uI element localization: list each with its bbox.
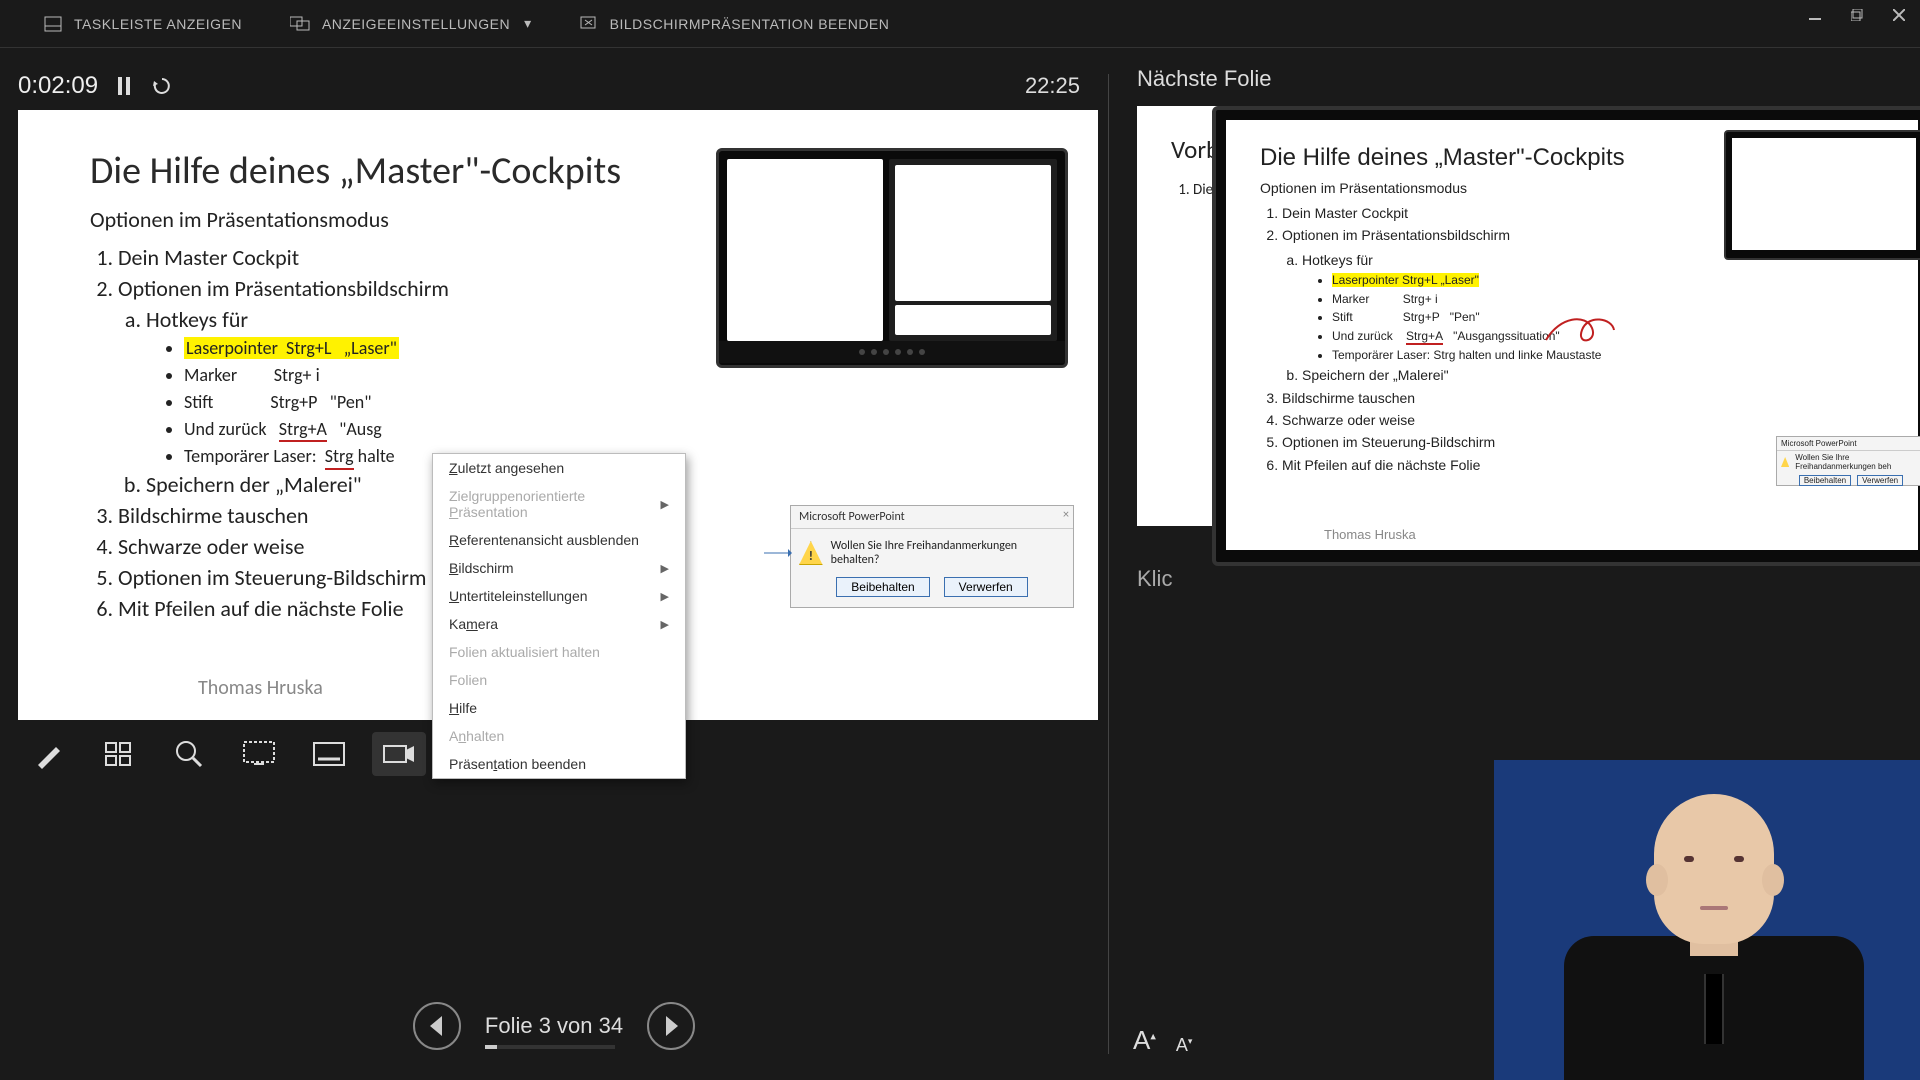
end-slideshow-label: BILDSCHIRMPRÄSENTATION BEENDEN [610,16,890,32]
close-button[interactable] [1890,6,1908,24]
mon-dialog-keep: Beibehalten [1799,475,1851,486]
mon-dialog-msg: Wollen Sie Ihre Freihandanmerkungen beh [1795,453,1920,471]
mon-hk2: Marker Strg+ i [1332,290,1890,309]
camera-feed[interactable] [1494,760,1920,1080]
restart-timer-button[interactable] [150,74,174,98]
presenter-context-menu: ZZuletzt angesehenuletzt angesehen Zielg… [432,453,686,779]
menu-camera[interactable]: Kamera▶ [433,610,685,638]
prev-slide-button[interactable] [413,1002,461,1050]
font-decrease-button[interactable]: A▾ [1176,1035,1193,1056]
mon-item-3: Bildschirme tauschen [1282,387,1890,409]
menu-pause: Anhalten [433,722,685,750]
display-settings-button[interactable]: ANZEIGEEINSTELLUNGEN ▾ [290,15,532,33]
timer-row: 0:02:09 22:25 [18,66,1108,110]
mon-hk1: Laserpointer Strg+L „Laser" [1332,271,1890,290]
end-slideshow-button[interactable]: BILDSCHIRMPRÄSENTATION BEENDEN [580,15,890,33]
black-screen-button[interactable] [232,732,286,776]
mon-dialog: Microsoft PowerPoint Wollen Sie Ihre Fre… [1776,436,1920,486]
presenter-right-pane: Nächste Folie Vorbereiten auf die Präsen… [1109,48,1920,1080]
menu-slides: Folien [433,666,685,694]
font-increase-button[interactable]: A▴ [1133,1025,1156,1056]
camera-toggle-button[interactable] [372,732,426,776]
menu-audience-presentation: Zielgruppenorientierte Präsentation▶ [433,482,685,526]
presenter-topbar: TASKLEISTE ANZEIGEN ANZEIGEEINSTELLUNGEN… [0,0,1920,48]
slide-author: Thomas Hruska [198,676,323,700]
mon-mini-monitor [1724,130,1920,260]
dialog-discard-button[interactable]: Verwerfen [944,577,1028,597]
mon-item-2b: Speichern der „Malerei" [1302,364,1890,386]
mon-hk5: Temporärer Laser: Strg halten und linke … [1332,346,1890,365]
menu-hide-presenter-view[interactable]: Referentenansicht ausblenden [433,526,685,554]
menu-last-viewed[interactable]: ZZuletzt angesehenuletzt angesehen [433,454,685,482]
subtitle-button[interactable] [302,732,356,776]
next-slide-button[interactable] [647,1002,695,1050]
menu-keep-slides-updated: Folien aktualisiert halten [433,638,685,666]
dialog-arrow-icon [764,548,792,558]
clock-time: 22:25 [1025,73,1080,99]
slide-sorter-button[interactable] [92,732,146,776]
window-controls [1806,6,1908,24]
menu-subtitle-settings[interactable]: Untertiteleinstellungen▶ [433,582,685,610]
mon-item-4: Schwarze oder weise [1282,409,1890,431]
ink-keep-dialog: Microsoft PowerPoint× ! Wollen Sie Ihre F… [790,505,1074,608]
mon-item-2a: Hotkeys für Laserpointer Strg+L „Laser" … [1302,249,1890,364]
chevron-down-icon: ▾ [524,15,532,32]
display-settings-icon [290,15,310,33]
presenter-left-pane: 0:02:09 22:25 Die Hilfe deines „Master"-… [0,48,1108,1080]
monitor-photo: Die Hilfe deines „Master"-Cockpits Optio… [1212,106,1920,566]
notes-placeholder[interactable]: Klic [1137,566,1898,592]
slide-navigation: Folie 3 von 34 [0,1002,1108,1050]
pause-button[interactable] [112,74,136,98]
mon-ink-scribble [1542,310,1618,346]
show-taskbar-label: TASKLEISTE ANZEIGEN [74,16,242,32]
mon-author: Thomas Hruska [1324,527,1416,542]
slide-counter: Folie 3 von 34 [485,1013,623,1039]
mon-dialog-title: Microsoft PowerPoint [1777,437,1920,451]
hotkey-pen: Stift Strg+P "Pen" [184,389,1050,416]
menu-screen[interactable]: Bildschirm▶ [433,554,685,582]
show-taskbar-button[interactable]: TASKLEISTE ANZEIGEN [44,15,242,33]
warning-icon: ! [799,541,823,565]
notes-font-controls: A▴ A▾ [1133,1025,1192,1056]
display-settings-label: ANZEIGEEINSTELLUNGEN [322,16,510,32]
menu-help[interactable]: Hilfe [433,694,685,722]
minimize-button[interactable] [1806,6,1824,24]
elapsed-time: 0:02:09 [18,72,98,100]
slide-monitor-graphic [716,148,1068,368]
end-slideshow-icon [580,15,598,33]
taskbar-icon [44,15,62,33]
restore-button[interactable] [1848,6,1866,24]
dialog-close-icon[interactable]: × [1063,508,1069,522]
dialog-keep-button[interactable]: Beibehalten [836,577,929,597]
zoom-button[interactable] [162,732,216,776]
hotkey-back: Und zurück Strg+A "Ausg [184,416,1050,443]
menu-end-presentation[interactable]: Präsentation beenden [433,750,685,778]
next-slide-heading: Nächste Folie [1137,66,1898,92]
mon-dialog-discard: Verwerfen [1857,475,1903,486]
pen-tool-button[interactable] [22,732,76,776]
dialog-message: Wollen Sie Ihre Freihandanmerkungen beha… [831,539,1065,567]
dialog-title: Microsoft PowerPoint× [791,506,1073,529]
